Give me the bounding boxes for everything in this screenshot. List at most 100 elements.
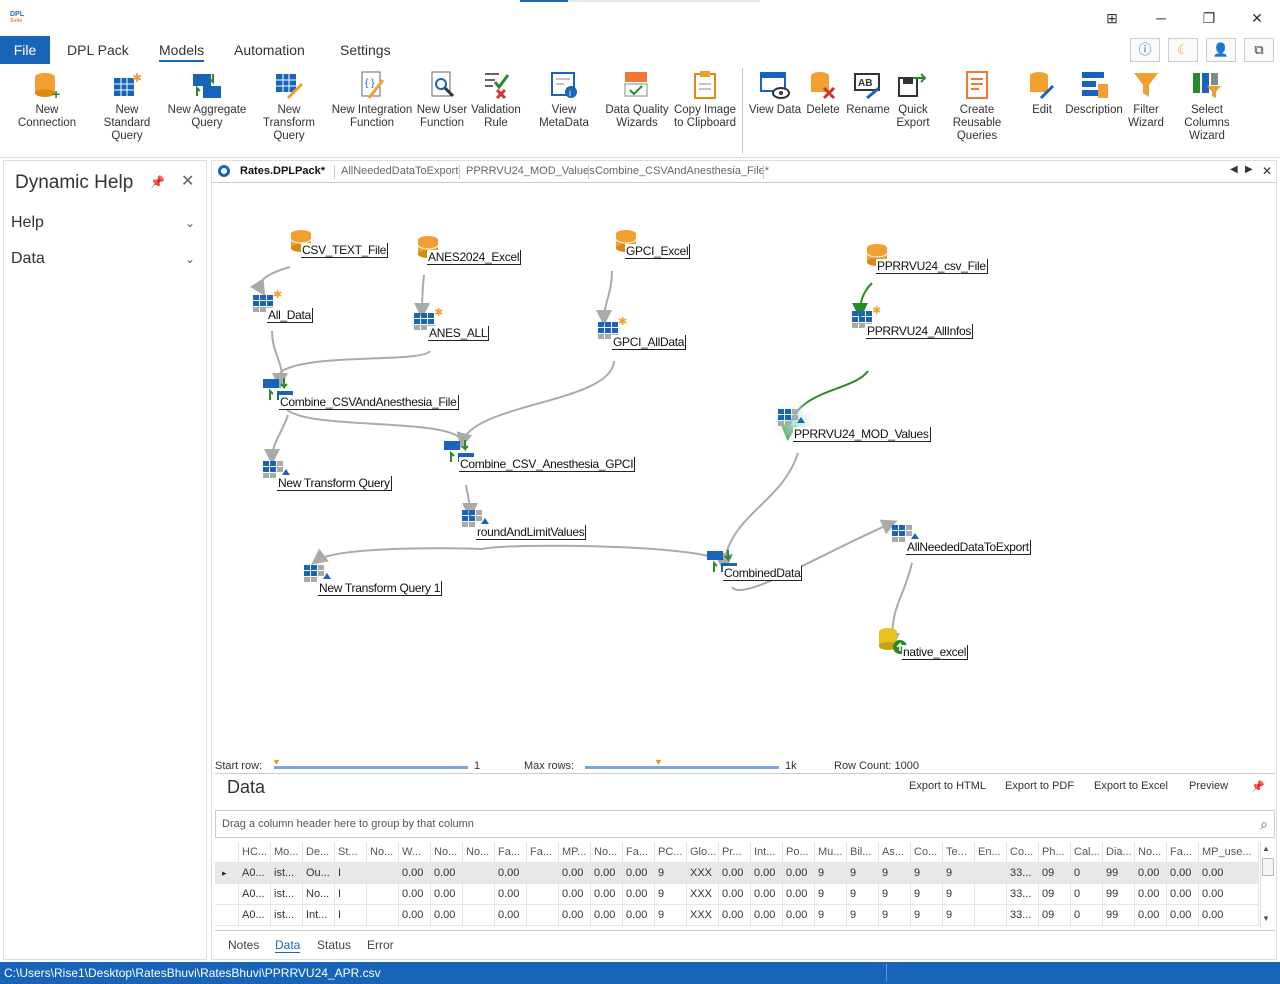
row-indicator[interactable] xyxy=(215,884,239,905)
menu-settings[interactable]: Settings xyxy=(340,36,391,64)
node-combine-csv-anesthesia-gpci[interactable]: Combine_CSV_Anesthesia_GPCI xyxy=(459,457,636,472)
node-anes2024-excel[interactable]: ANES2024_Excel xyxy=(427,250,522,265)
column-header[interactable]: Pr... xyxy=(719,842,751,863)
menu-models[interactable]: Models xyxy=(159,36,205,62)
view-data-button[interactable]: View Data xyxy=(748,70,802,117)
column-header[interactable]: Ph... xyxy=(1039,842,1071,863)
new-standard-query-button[interactable]: ✱ New Standard Query xyxy=(92,70,162,143)
column-header[interactable]: No... xyxy=(1135,842,1167,863)
close-tab-icon[interactable]: ✕ xyxy=(1262,164,1272,178)
column-header[interactable]: HC... xyxy=(239,842,271,863)
group-by-area[interactable]: Drag a column header here to group by th… xyxy=(215,810,1275,838)
table-row[interactable]: ▸ A0... ist... Ou... I 0.00 0.00 0.00 0.00 0.00 0.… xyxy=(215,863,1259,884)
data-grid[interactable]: HC... Mo... De... St... No... W... No... No... F… xyxy=(215,842,1259,928)
row-indicator-icon[interactable]: ▸ xyxy=(215,863,239,884)
column-header[interactable]: Int... xyxy=(751,842,783,863)
table-row[interactable]: A0... ist... No... I 0.00 0.00 0.00 0.00 0.00 0.0… xyxy=(215,884,1259,905)
menu-automation[interactable]: Automation xyxy=(234,36,305,64)
column-header[interactable]: Dia... xyxy=(1103,842,1135,863)
column-header[interactable]: Te... xyxy=(943,842,975,863)
export-html-button[interactable]: Export to HTML xyxy=(909,780,986,792)
node-pprrvu24-allinfos[interactable]: PPRRVU24_AllInfos xyxy=(866,324,974,339)
copy-image-button[interactable]: Copy Image to Clipboard xyxy=(673,70,737,130)
create-reusable-queries-button[interactable]: Create Reusable Queries xyxy=(935,70,1019,143)
tab-data[interactable]: Data xyxy=(275,938,301,953)
column-header[interactable]: W... xyxy=(399,842,431,863)
column-header[interactable]: En... xyxy=(975,842,1007,863)
column-header[interactable]: As... xyxy=(879,842,911,863)
tab-error[interactable]: Error xyxy=(367,938,394,952)
column-header[interactable]: No... xyxy=(591,842,623,863)
column-header[interactable]: No... xyxy=(463,842,495,863)
column-header[interactable]: De... xyxy=(303,842,335,863)
node-gpci-alldata[interactable]: GPCI_AllData xyxy=(612,335,687,350)
moon-icon[interactable]: ☾ xyxy=(1168,38,1198,62)
vertical-scrollbar[interactable]: ▲ ▼ xyxy=(1260,842,1275,928)
column-header[interactable]: Po... xyxy=(783,842,815,863)
data-quality-wizards-button[interactable]: Data Quality Wizards xyxy=(604,70,670,130)
column-header[interactable]: Cal... xyxy=(1071,842,1103,863)
info-icon[interactable]: ⓘ xyxy=(1130,38,1160,62)
column-header[interactable]: PC... xyxy=(655,842,687,863)
user-icon[interactable]: 👤 xyxy=(1206,38,1236,62)
minimize-icon[interactable]: ─ xyxy=(1149,8,1173,28)
tab-status[interactable]: Status xyxy=(317,938,351,952)
pin-icon[interactable]: 📌 xyxy=(1251,780,1265,793)
column-header[interactable]: Bil... xyxy=(847,842,879,863)
new-aggregate-query-button[interactable]: New Aggregate Query xyxy=(166,70,248,130)
node-roundandlimitvalues[interactable]: roundAndLimitValues xyxy=(476,525,587,540)
restore-layout-icon[interactable]: ⊞ xyxy=(1100,8,1124,28)
accordion-data[interactable]: Data ⌄ xyxy=(11,250,201,268)
node-new-transform-query[interactable]: New Transform Query xyxy=(277,476,392,491)
tab-scroll-right-icon[interactable]: ▶ xyxy=(1245,164,1253,175)
rename-button[interactable]: AB Rename xyxy=(845,70,891,117)
node-new-transform-query-1[interactable]: New Transform Query 1 xyxy=(318,581,443,596)
node-anes-all[interactable]: ANES_ALL xyxy=(428,326,490,341)
column-header[interactable]: Co... xyxy=(1007,842,1039,863)
close-icon[interactable]: ✕ xyxy=(1245,8,1269,28)
node-combine-csvandanesthesia[interactable]: Combine_CSVAndAnesthesia_File xyxy=(279,395,459,410)
node-gpci-excel[interactable]: GPCI_Excel xyxy=(625,244,691,259)
node-allneededdatatoexport[interactable]: AllNeededDataToExport xyxy=(906,540,1031,555)
node-combineddata[interactable]: CombinedData xyxy=(723,566,803,581)
column-header[interactable]: MP_use... xyxy=(1199,842,1259,863)
preview-button[interactable]: Preview xyxy=(1189,780,1228,792)
column-header[interactable]: No... xyxy=(367,842,399,863)
node-native-excel[interactable]: native_excel xyxy=(902,645,969,660)
column-header[interactable]: Mu... xyxy=(815,842,847,863)
column-header[interactable]: Fa... xyxy=(495,842,527,863)
search-icon[interactable]: ⌕ xyxy=(1260,811,1268,837)
tab-scroll-left-icon[interactable]: ◀ xyxy=(1230,164,1238,175)
new-connection-button[interactable]: + New Connection xyxy=(6,70,88,130)
tab-allneededdatatoexport[interactable]: AllNeededDataToExport xyxy=(341,165,458,177)
filter-wizard-button[interactable]: Filter Wizard xyxy=(1125,70,1167,130)
diagram-canvas[interactable]: ✱ ✱ ✱ ✱ CSV_TEXT_File ANES2024_Excel GPC… xyxy=(212,183,1276,755)
pin-icon[interactable]: 📌 xyxy=(150,175,165,189)
layout-icon[interactable]: ⧉ xyxy=(1244,38,1274,62)
column-header[interactable]: Fa... xyxy=(623,842,655,863)
close-panel-icon[interactable]: ✕ xyxy=(181,171,194,191)
edit-button[interactable]: Edit xyxy=(1026,70,1058,117)
scroll-thumb[interactable] xyxy=(1262,858,1274,876)
node-all-data[interactable]: All_Data xyxy=(267,308,313,323)
row-indicator[interactable] xyxy=(215,842,239,863)
column-header[interactable]: Mo... xyxy=(271,842,303,863)
accordion-help[interactable]: Help ⌄ xyxy=(11,214,201,232)
quick-export-button[interactable]: Quick Export xyxy=(893,70,933,130)
new-transform-query-button[interactable]: New Transform Query xyxy=(251,70,327,143)
tab-rates-dplpack[interactable]: Rates.DPLPack* xyxy=(240,165,325,177)
column-header[interactable]: St... xyxy=(335,842,367,863)
description-button[interactable]: Description xyxy=(1064,70,1124,117)
menu-file[interactable]: File xyxy=(0,36,50,64)
tab-pprrvu24-mod-values[interactable]: PPRRVU24_MOD_Values xyxy=(466,165,595,177)
new-integration-function-button[interactable]: { } New Integration Function xyxy=(331,70,413,130)
start-row-slider[interactable] xyxy=(274,766,468,769)
column-header[interactable]: MP... xyxy=(559,842,591,863)
slider-thumb-icon[interactable]: ▼ xyxy=(654,757,663,767)
select-columns-wizard-button[interactable]: Select Columns Wizard xyxy=(1168,70,1246,143)
node-pprrvu24-mod-values[interactable]: PPRRVU24_MOD_Values xyxy=(793,427,931,442)
export-excel-button[interactable]: Export to Excel xyxy=(1094,780,1168,792)
max-rows-slider[interactable] xyxy=(585,766,779,769)
column-header[interactable]: Co... xyxy=(911,842,943,863)
view-metadata-button[interactable]: i View MetaData xyxy=(526,70,602,130)
